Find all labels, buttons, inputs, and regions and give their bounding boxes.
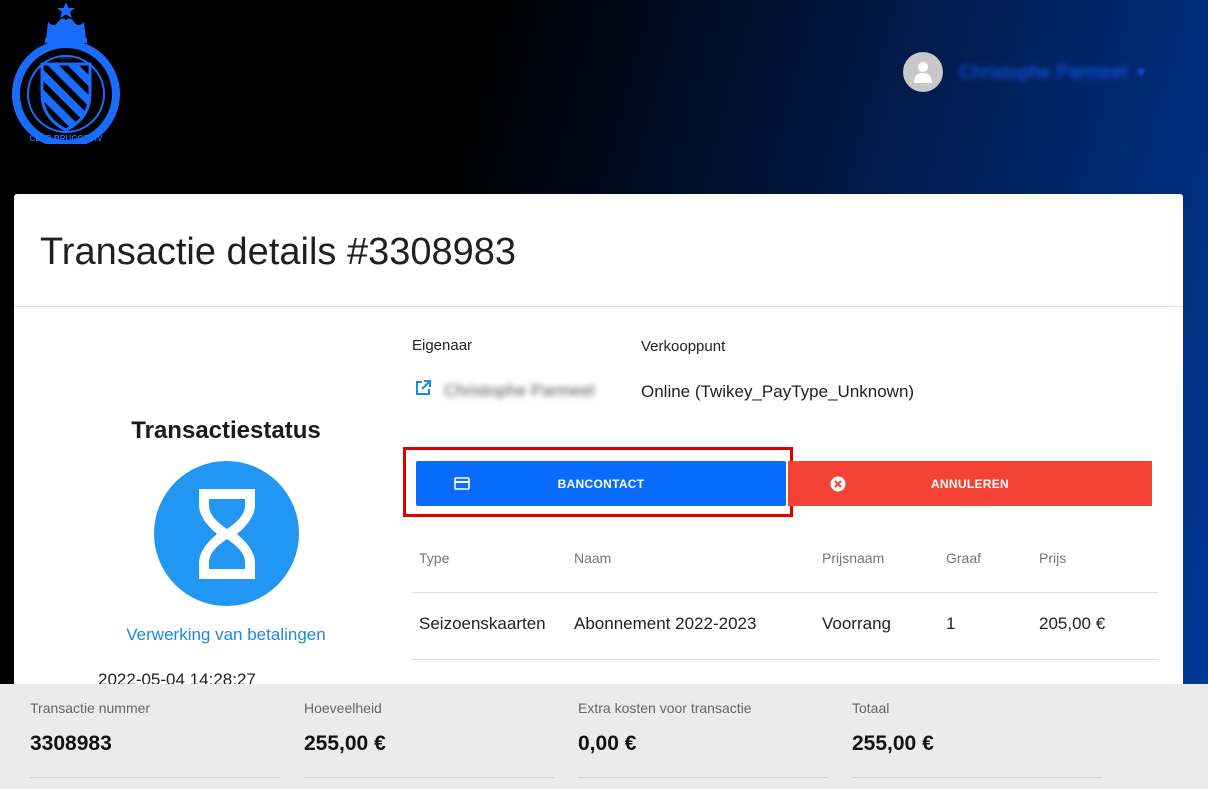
cancel-button[interactable]: ANNULEREN bbox=[788, 461, 1152, 506]
table-header-price-name: Prijsnaam bbox=[822, 550, 885, 566]
user-icon bbox=[914, 62, 932, 83]
logo-text: CLUB BRUGGE KV bbox=[30, 134, 104, 143]
table-divider bbox=[411, 659, 1158, 660]
status-indicator bbox=[154, 461, 299, 606]
table-cell-price: 205,00 € bbox=[1039, 614, 1106, 633]
table-header-name: Naam bbox=[574, 550, 612, 566]
summary-divider bbox=[852, 777, 1102, 778]
summary-label: Transactie nummer bbox=[30, 700, 151, 716]
chevron-down-icon[interactable]: ▼ bbox=[1135, 65, 1147, 79]
user-menu[interactable]: Christophe Parmeel ▼ bbox=[903, 52, 1147, 92]
cancel-circle-icon bbox=[830, 476, 846, 491]
table-divider bbox=[411, 592, 1158, 593]
logo-year: 1891 bbox=[60, 55, 71, 61]
owner-label: Eigenaar bbox=[412, 337, 473, 354]
summary-value: 255,00 € bbox=[852, 732, 934, 755]
table-cell-grade: 1 bbox=[946, 614, 956, 633]
status-title: Transactiestatus bbox=[131, 417, 321, 444]
summary-divider bbox=[304, 777, 554, 778]
summary-footer: Transactie nummer 3308983 Hoeveelheid 25… bbox=[0, 684, 1208, 789]
pos-label: Verkooppunt bbox=[641, 338, 726, 355]
table-header-grade: Graaf bbox=[946, 550, 982, 566]
bancontact-label: BANCONTACT bbox=[557, 476, 645, 491]
table-cell-name: Abonnement 2022-2023 bbox=[574, 614, 757, 633]
page-title: Transactie details #3308983 bbox=[40, 230, 517, 273]
summary-value: 0,00 € bbox=[578, 732, 637, 755]
owner-value[interactable]: Christophe Parmeel bbox=[444, 381, 594, 401]
table-header-price: Prijs bbox=[1039, 550, 1067, 566]
summary-value: 3308983 bbox=[30, 732, 112, 755]
summary-amount: Hoeveelheid 255,00 € bbox=[304, 684, 554, 789]
avatar[interactable] bbox=[903, 52, 943, 92]
table-cell-price-name: Voorrang bbox=[822, 614, 891, 633]
summary-extra-costs: Extra kosten voor transactie 0,00 € bbox=[578, 684, 828, 789]
bancontact-button[interactable]: BANCONTACT bbox=[416, 461, 786, 506]
transaction-card: Transactie details #3308983 Transactiest… bbox=[14, 194, 1183, 694]
card-header: Transactie details #3308983 bbox=[14, 194, 1183, 307]
summary-label: Extra kosten voor transactie bbox=[578, 700, 752, 716]
status-link[interactable]: Verwerking van betalingen bbox=[14, 625, 438, 645]
table-header-type: Type bbox=[419, 550, 450, 566]
pos-value: Online (Twikey_PayType_Unknown) bbox=[641, 382, 915, 401]
credit-card-icon bbox=[454, 477, 470, 490]
summary-label: Totaal bbox=[852, 700, 890, 716]
summary-transaction-number: Transactie nummer 3308983 bbox=[30, 684, 280, 789]
table-cell-type: Seizoenskaarten bbox=[419, 614, 546, 633]
club-logo[interactable]: 1891 CLUB BRUGGE KV bbox=[12, 2, 120, 144]
summary-divider bbox=[578, 777, 828, 778]
summary-value: 255,00 € bbox=[304, 732, 386, 755]
hourglass-icon bbox=[198, 488, 255, 579]
summary-total: Totaal 255,00 € bbox=[852, 684, 1102, 789]
summary-divider bbox=[30, 777, 280, 778]
user-name[interactable]: Christophe Parmeel bbox=[959, 62, 1127, 83]
summary-label: Hoeveelheid bbox=[304, 700, 382, 716]
external-link-icon[interactable] bbox=[414, 379, 432, 397]
